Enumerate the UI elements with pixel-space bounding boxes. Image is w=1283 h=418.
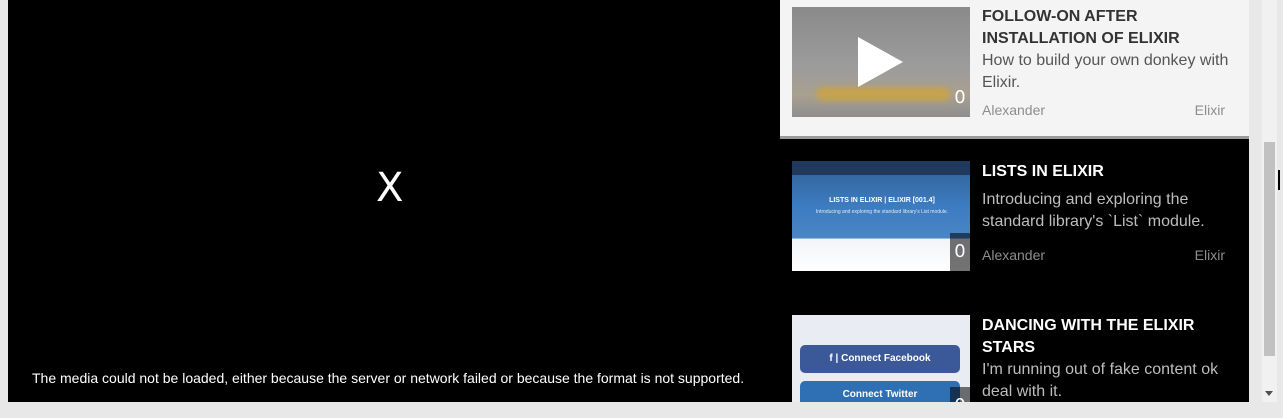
thumbnail-header (792, 161, 970, 175)
view-count: 0 (950, 387, 970, 402)
video-title[interactable]: FOLLOW-ON AFTER INSTALLATION OF ELIXIR (982, 6, 1237, 50)
video-meta: Alexander Elixir (982, 102, 1225, 118)
video-thumbnail[interactable]: 0 (792, 7, 970, 117)
play-icon[interactable] (858, 37, 903, 87)
video-description: How to build your own donkey with Elixir… (982, 52, 1229, 91)
video-description: Introducing and exploring the standard l… (982, 191, 1205, 230)
close-icon[interactable]: X (376, 164, 403, 212)
video-meta: Alexander Elixir (982, 247, 1225, 263)
media-error-message: The media could not be loaded, either be… (32, 370, 745, 386)
scrollbar[interactable] (1262, 0, 1277, 402)
video-thumbnail[interactable]: f | Connect Facebook Connect Twitter 0 (792, 315, 970, 402)
video-title[interactable]: LISTS IN ELIXIR (982, 161, 1237, 183)
thumbnail-blur (816, 87, 950, 101)
video-description: I'm running out of fake content ok deal … (982, 361, 1219, 400)
video-thumbnail[interactable]: LISTS IN ELIXIR | ELIXIR [001.4] Introdu… (792, 161, 970, 271)
video-player[interactable]: X The media could not be loaded, either … (8, 0, 780, 402)
video-author: Alexander (982, 102, 1046, 118)
thumbnail-subtitle: Introducing and exploring the standard l… (815, 209, 949, 215)
view-count: 0 (950, 233, 970, 271)
playlist-item[interactable]: LISTS IN ELIXIR | ELIXIR [001.4] Introdu… (780, 161, 1249, 273)
video-playlist: 0 FOLLOW-ON AFTER INSTALLATION OF ELIXIR… (780, 0, 1249, 402)
scrollbar-thumb[interactable] (1264, 142, 1275, 356)
view-count: 0 (954, 87, 966, 108)
video-category: Elixir (1194, 102, 1225, 118)
playlist-item[interactable]: f | Connect Facebook Connect Twitter 0 D… (780, 315, 1249, 402)
scroll-down-icon[interactable] (1265, 391, 1273, 396)
text-cursor-icon (1278, 170, 1283, 190)
playlist-item-active[interactable]: 0 FOLLOW-ON AFTER INSTALLATION OF ELIXIR… (780, 0, 1249, 139)
video-category: Elixir (1194, 247, 1225, 263)
video-author: Alexander (982, 247, 1046, 263)
thumbnail-twitter-button: Connect Twitter (800, 381, 960, 402)
thumbnail-title: LISTS IN ELIXIR | ELIXIR [001.4] (829, 197, 935, 204)
thumbnail-facebook-button: f | Connect Facebook (800, 345, 960, 373)
video-title[interactable]: DANCING WITH THE ELIXIR STARS (982, 315, 1237, 359)
